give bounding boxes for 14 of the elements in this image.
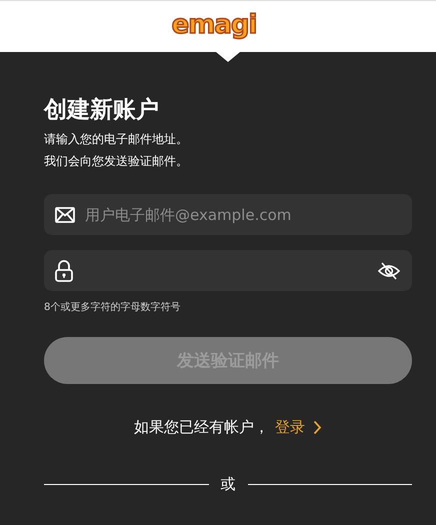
signin-prompt: 如果您已经有帐户， bbox=[134, 418, 269, 437]
envelope-icon bbox=[55, 206, 75, 222]
page-title: 创建新账户 bbox=[44, 96, 160, 124]
intro-text: 请输入您的电子邮件地址。 bbox=[44, 131, 189, 148]
email-field[interactable]: 用户电子邮件@example.com bbox=[44, 194, 412, 235]
login-link[interactable]: 登录 bbox=[275, 418, 322, 437]
password-hint: 8个或更多字符的字母数字符号 bbox=[44, 300, 182, 314]
lock-icon bbox=[55, 260, 73, 282]
chevron-icon bbox=[313, 420, 322, 435]
logo[interactable]: emagi bbox=[172, 10, 256, 40]
password-field[interactable] bbox=[44, 250, 412, 291]
divider-label: 或 bbox=[220, 475, 236, 494]
intro-text: 我们会向您发送验证邮件。 bbox=[44, 153, 189, 170]
eye-slash-icon[interactable] bbox=[378, 262, 400, 280]
